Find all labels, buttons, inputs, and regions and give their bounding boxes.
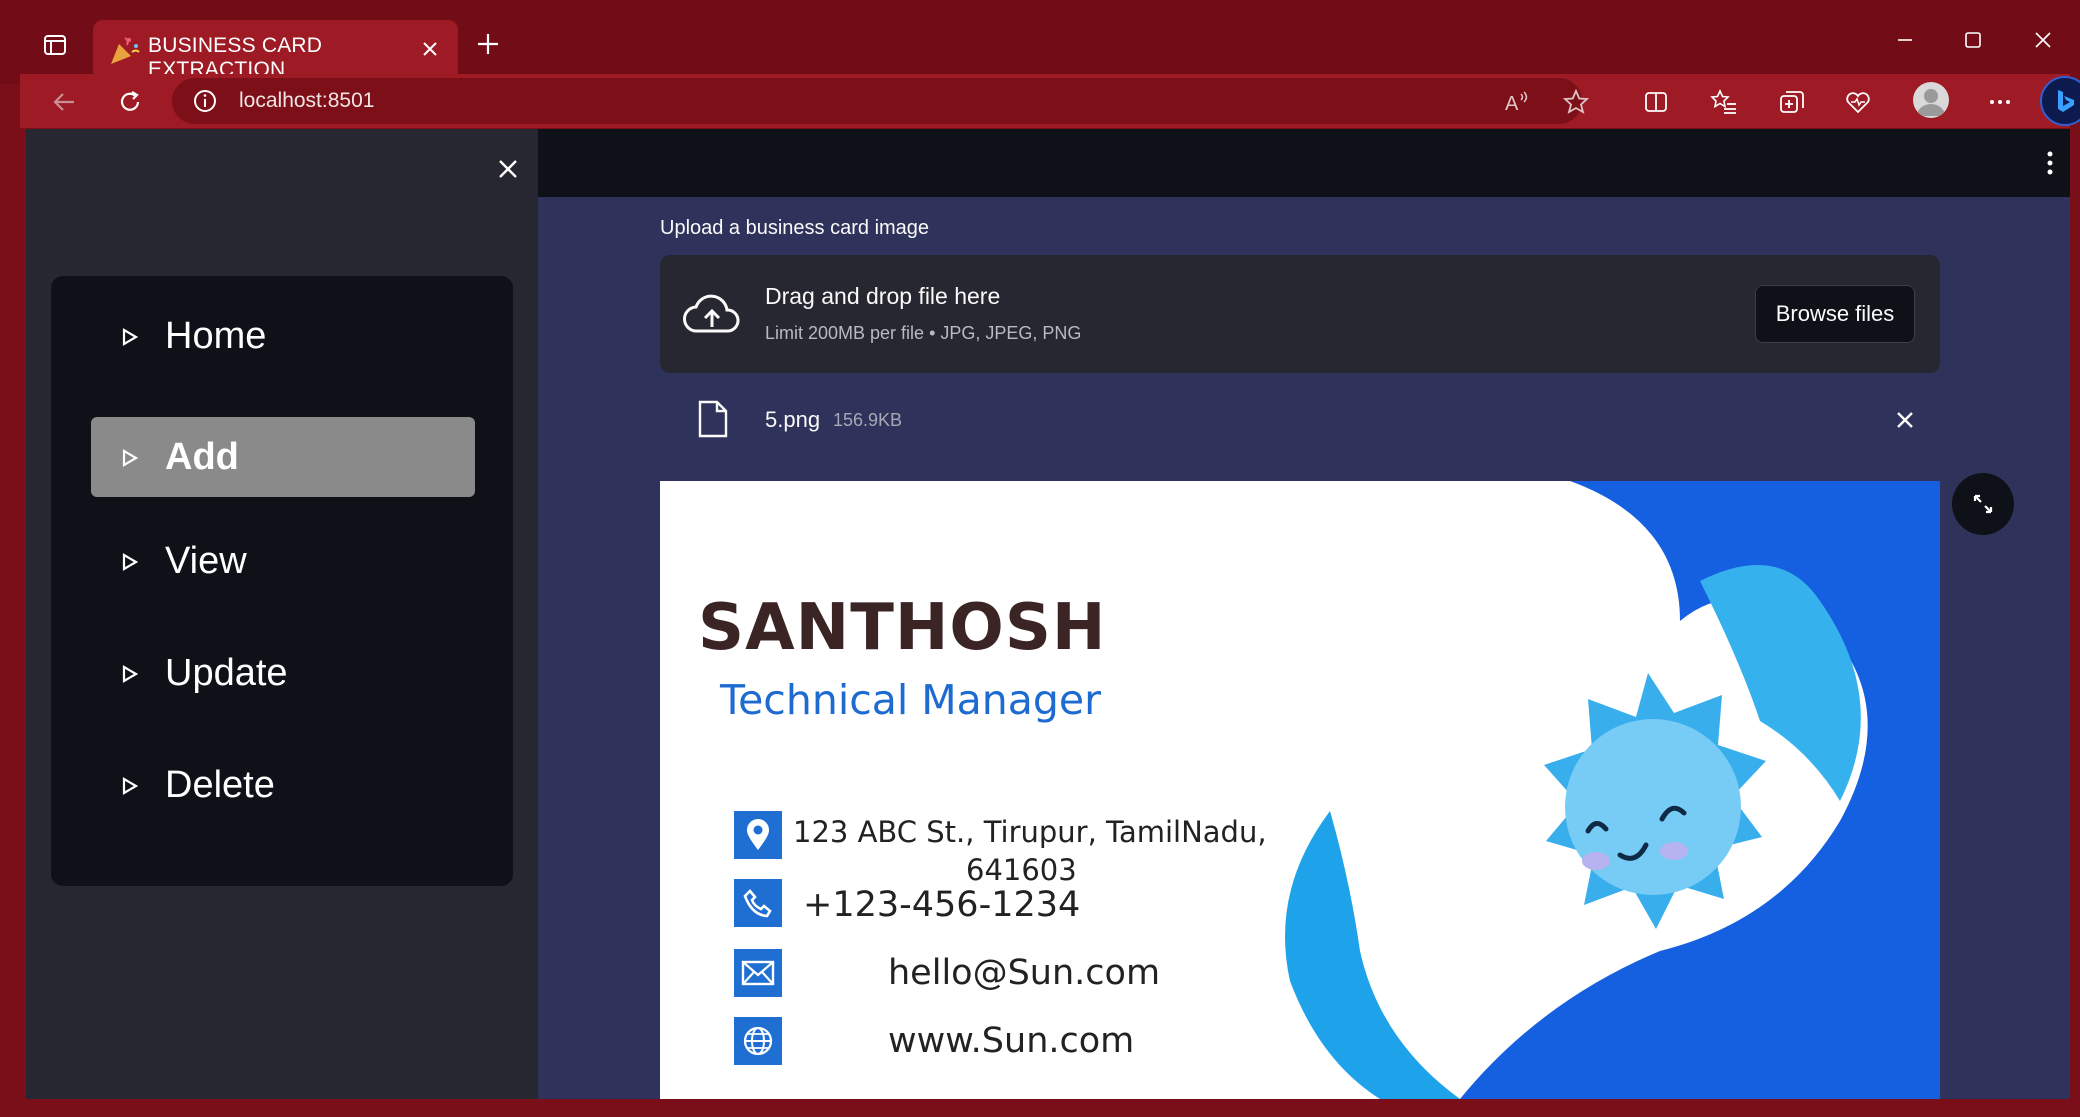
file-icon (698, 400, 728, 438)
card-address-line1: 123 ABC St., Tirupur, TamilNadu, (793, 815, 1267, 849)
browse-files-button[interactable]: Browse files (1755, 285, 1915, 343)
favorite-star-icon[interactable] (1554, 80, 1598, 124)
app-page: Home Add View Update Delete Upload a bus… (26, 129, 2070, 1099)
copilot-icon[interactable] (2040, 76, 2080, 126)
minimize-icon[interactable] (1880, 20, 1930, 60)
tab-strip: BUSINESS CARD EXTRACTION (0, 0, 2080, 84)
reload-icon[interactable] (108, 80, 152, 124)
favorites-list-icon[interactable] (1702, 80, 1746, 124)
browser-toolbar: localhost:8501 A (20, 74, 2080, 128)
more-options-icon[interactable] (1978, 80, 2022, 124)
menu-item-label: Delete (165, 763, 275, 806)
uploader-label: Upload a business card image (660, 217, 930, 239)
sidebar: Home Add View Update Delete (26, 129, 538, 1099)
uploaded-file-row: 5.png 156.9KB (660, 387, 1940, 451)
play-arrow-icon (122, 553, 139, 571)
profile-avatar[interactable] (1913, 82, 1949, 118)
split-screen-icon[interactable] (1634, 80, 1678, 124)
play-arrow-icon (122, 328, 139, 346)
phone-icon (734, 879, 782, 927)
new-tab-icon[interactable] (468, 24, 508, 64)
card-sun-artwork (660, 481, 1940, 1099)
remove-file-icon[interactable] (1888, 403, 1922, 437)
tab-actions-icon[interactable] (34, 24, 76, 66)
play-arrow-icon (122, 665, 139, 683)
fullscreen-expand-icon[interactable] (1952, 473, 2014, 535)
party-popper-icon (107, 32, 143, 68)
site-info-icon[interactable] (192, 88, 218, 114)
menu-item-label: Home (165, 314, 267, 357)
close-tab-icon[interactable] (415, 34, 445, 64)
file-limit-text: Limit 200MB per file • JPG, JPEG, PNG (765, 323, 1082, 343)
cloud-upload-icon (683, 294, 740, 333)
card-job-title: Technical Manager (720, 676, 1102, 724)
location-pin-icon (734, 811, 782, 859)
email-envelope-icon (734, 949, 782, 997)
menu-item-add[interactable]: Add (91, 417, 475, 497)
menu-item-view[interactable]: View (91, 521, 475, 601)
file-dropzone[interactable]: Drag and drop file here Limit 200MB per … (660, 255, 1940, 373)
card-address-line2: 641603 (966, 853, 1077, 887)
read-aloud-icon[interactable]: A (1494, 80, 1538, 124)
main-content: Upload a business card image Drag and dr… (538, 197, 2070, 1099)
menu-item-label: View (165, 539, 247, 582)
back-arrow-icon[interactable] (42, 80, 86, 124)
file-size: 156.9KB (833, 410, 903, 430)
play-arrow-icon (122, 449, 139, 467)
play-arrow-icon (122, 777, 139, 795)
url-text: localhost:8501 (239, 89, 375, 112)
card-phone: +123-456-1234 (803, 885, 1081, 925)
globe-icon (734, 1017, 782, 1065)
close-window-icon[interactable] (2018, 20, 2068, 60)
close-sidebar-icon[interactable] (488, 149, 528, 189)
menu-item-home[interactable]: Home (91, 296, 475, 376)
menu-item-delete[interactable]: Delete (91, 745, 475, 825)
main-menu-icon[interactable] (2030, 143, 2070, 183)
collections-icon[interactable] (1770, 80, 1814, 124)
file-name: 5.png (765, 407, 821, 432)
menu-item-update[interactable]: Update (91, 633, 475, 713)
address-bar[interactable]: localhost:8501 (172, 78, 1582, 124)
browser-window: BUSINESS CARD EXTRACTION localhost:8501 … (0, 0, 2080, 1117)
app-header (538, 129, 2070, 197)
card-website: www.Sun.com (888, 1021, 1135, 1061)
maximize-icon[interactable] (1948, 20, 1998, 60)
business-card-image: SANTHOSH Technical Manager 123 ABC St., … (660, 481, 1940, 1099)
browser-essentials-icon[interactable] (1836, 80, 1880, 124)
card-email: hello@Sun.com (888, 953, 1161, 993)
card-name: SANTHOSH (698, 591, 1107, 665)
svg-text:A: A (1505, 93, 1519, 115)
option-menu: Home Add View Update Delete (51, 276, 513, 886)
menu-item-label: Add (165, 435, 239, 478)
menu-item-label: Update (165, 651, 288, 694)
drag-drop-text: Drag and drop file here (765, 283, 1001, 309)
